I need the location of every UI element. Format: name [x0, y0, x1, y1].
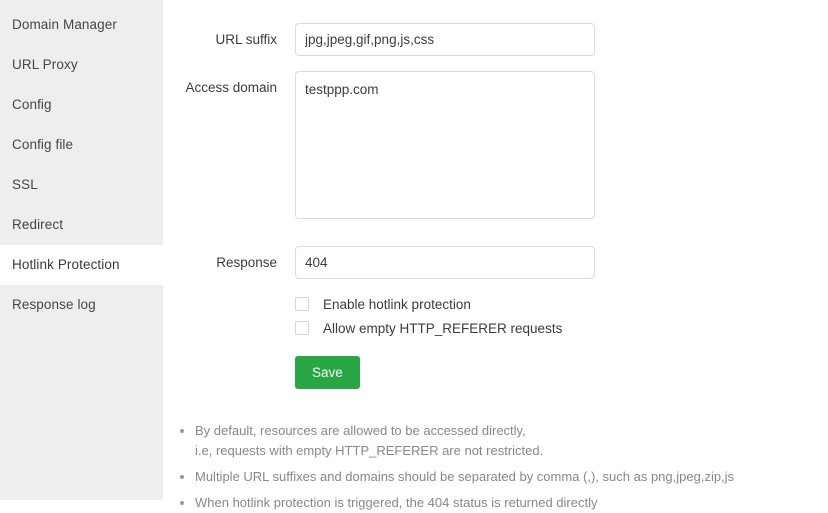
sidebar-item-response-log[interactable]: Response log: [0, 285, 163, 325]
checkbox-enable-hotlink-protection[interactable]: [295, 297, 309, 311]
save-button[interactable]: Save: [295, 356, 360, 389]
sidebar-item-label: Response log: [12, 297, 96, 312]
checkbox-row-enable-hotlink-protection[interactable]: Enable hotlink protection: [295, 292, 828, 316]
sidebar-item-label: URL Proxy: [12, 57, 78, 72]
sidebar-item-label: Domain Manager: [12, 17, 117, 32]
sidebar-item-label: Hotlink Protection: [12, 257, 120, 272]
url-suffix-label: URL suffix: [215, 32, 277, 47]
sidebar-item-hotlink-protection[interactable]: Hotlink Protection: [0, 245, 163, 285]
note-line-1: When hotlink protection is triggered, th…: [195, 495, 598, 510]
checkbox-label-allow-empty-referer[interactable]: Allow empty HTTP_REFERER requests: [323, 321, 562, 336]
sidebar-nav: Domain Manager URL Proxy Config Config f…: [0, 0, 163, 500]
response-input[interactable]: [295, 246, 595, 279]
page-root: Domain Manager URL Proxy Config Config f…: [0, 0, 828, 510]
checkbox-label-enable-hotlink-protection[interactable]: Enable hotlink protection: [323, 297, 471, 312]
sidebar-item-config[interactable]: Config: [0, 85, 163, 125]
hotlink-protection-panel: URL suffix Access domain Response Enable…: [163, 0, 828, 510]
access-domain-field-wrap: [295, 71, 828, 224]
sidebar-item-redirect[interactable]: Redirect: [0, 205, 163, 245]
checkbox-allow-empty-referer[interactable]: [295, 321, 309, 335]
sidebar-item-label: Config file: [12, 137, 74, 152]
form-row-access-domain: Access domain: [163, 71, 828, 224]
url-suffix-input[interactable]: [295, 23, 595, 56]
form-row-url-suffix: URL suffix: [163, 23, 828, 56]
help-notes-list: By default, resources are allowed to be …: [177, 421, 828, 513]
sidebar-item-label: SSL: [12, 177, 38, 192]
form-row-response: Response: [163, 246, 828, 279]
sidebar-item-domain-manager[interactable]: Domain Manager: [0, 5, 163, 45]
list-item: When hotlink protection is triggered, th…: [177, 493, 828, 513]
access-domain-textarea[interactable]: [295, 71, 595, 219]
list-item: By default, resources are allowed to be …: [177, 421, 828, 461]
sidebar-item-label: Redirect: [12, 217, 64, 232]
sidebar-item-label: Config: [12, 97, 52, 112]
sidebar-item-ssl[interactable]: SSL: [0, 165, 163, 205]
note-line-2: i.e, requests with empty HTTP_REFERER ar…: [195, 443, 544, 458]
access-domain-label: Access domain: [185, 80, 277, 95]
checkbox-row-allow-empty-referer[interactable]: Allow empty HTTP_REFERER requests: [295, 316, 828, 340]
list-item: Multiple URL suffixes and domains should…: [177, 467, 828, 487]
sidebar-item-config-file[interactable]: Config file: [0, 125, 163, 165]
url-suffix-field-wrap: [295, 23, 828, 56]
response-label: Response: [216, 255, 277, 270]
sidebar-item-url-proxy[interactable]: URL Proxy: [0, 45, 163, 85]
response-field-wrap: [295, 246, 828, 279]
note-line-1: By default, resources are allowed to be …: [195, 423, 526, 438]
save-button-wrap: Save: [295, 356, 828, 389]
note-line-1: Multiple URL suffixes and domains should…: [195, 469, 735, 484]
